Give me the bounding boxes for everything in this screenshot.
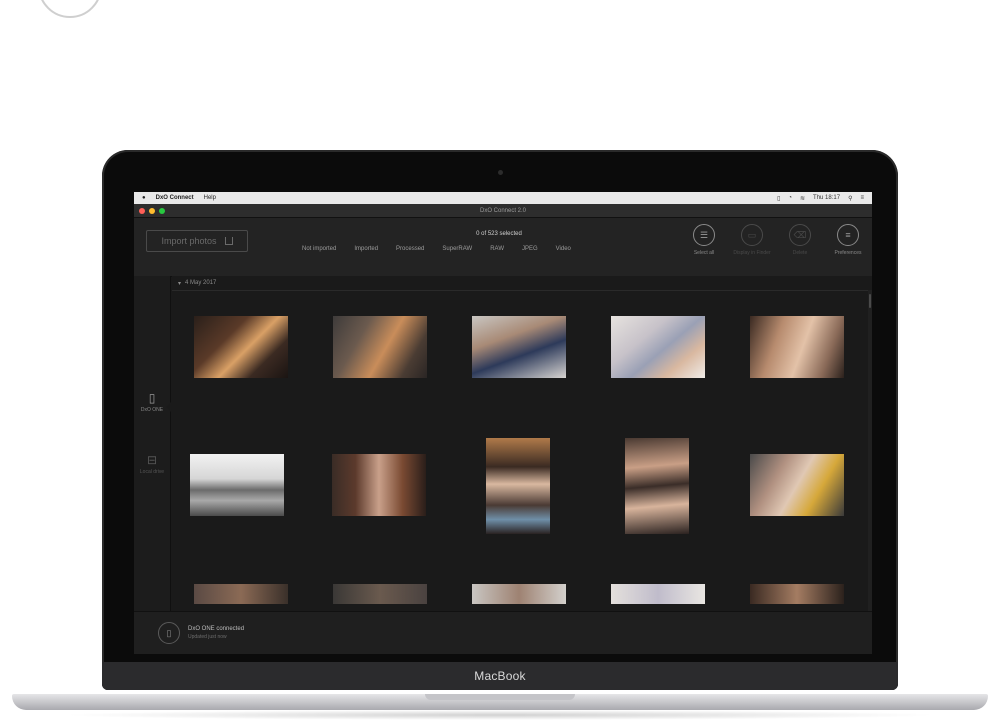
- battery-icon[interactable]: ▯: [777, 195, 780, 202]
- wifi-icon[interactable]: ≋: [800, 195, 805, 202]
- connection-status-text: DxO ONE connected: [188, 626, 245, 632]
- photo-thumbnail[interactable]: [750, 316, 844, 378]
- selected-count: 0 of 523 selected: [476, 231, 522, 237]
- webcam-dot: [498, 170, 503, 175]
- device-local-drive-label: Local drive: [139, 469, 165, 475]
- photo-thumbnail[interactable]: [333, 316, 427, 378]
- device-sidebar: ▯ DxO ONE ⊟ Local drive: [134, 276, 171, 612]
- window-title: DxO Connect 2.0: [479, 207, 527, 214]
- filter-tabs: Not imported Imported Processed SuperRAW…: [302, 246, 571, 252]
- connection-substatus-text: Updated just now: [188, 634, 227, 640]
- menubar-status-area: ▯ ◔ ≋ Thu 18:17 ⚲ ≡: [777, 195, 864, 202]
- filter-imported[interactable]: Imported: [354, 246, 378, 252]
- device-local-drive[interactable]: ⊟ Local drive: [134, 454, 170, 475]
- chevron-down-icon[interactable]: ▾: [178, 280, 181, 287]
- status-footer: ▯ DxO ONE connected Updated just now: [134, 611, 872, 654]
- device-dxo-one-label: DxO ONE: [140, 407, 164, 413]
- display-in-finder-label: Display in Finder: [733, 250, 771, 256]
- display-in-finder-button[interactable]: ▭ Display in Finder: [733, 224, 771, 256]
- window-titlebar: DxO Connect 2.0: [134, 204, 872, 218]
- photo-thumbnail[interactable]: [194, 584, 288, 604]
- laptop-screen: ● DxO Connect Help ▯ ◔ ≋ Thu 18:17 ⚲ ≡ D…: [134, 192, 872, 654]
- import-photos-label: Import photos: [161, 236, 217, 246]
- trash-icon: ⌫: [789, 224, 811, 246]
- selection-indicator: [166, 402, 171, 412]
- filter-raw[interactable]: RAW: [490, 246, 504, 252]
- download-icon: [224, 237, 233, 245]
- apple-menu-icon[interactable]: ●: [142, 195, 146, 201]
- filter-not-imported[interactable]: Not imported: [302, 246, 336, 252]
- filter-processed[interactable]: Processed: [396, 246, 424, 252]
- photo-thumbnail[interactable]: [472, 584, 566, 604]
- camera-device-icon: ▯: [148, 391, 156, 405]
- macos-menubar: ● DxO Connect Help ▯ ◔ ≋ Thu 18:17 ⚲ ≡: [134, 192, 872, 204]
- laptop-lid: ● DxO Connect Help ▯ ◔ ≋ Thu 18:17 ⚲ ≡ D…: [102, 150, 898, 690]
- photo-grid-area: ▾ 4 May 2017: [172, 276, 872, 612]
- app-body: ▯ DxO ONE ⊟ Local drive ▾ 4 May 2017: [134, 276, 872, 612]
- laptop-base-notch: [425, 694, 575, 700]
- connected-device-icon: ▯: [158, 622, 180, 644]
- menu-help[interactable]: Help: [204, 195, 216, 201]
- corner-badge-ring: [38, 0, 102, 18]
- spotlight-icon[interactable]: ⚲: [848, 195, 852, 202]
- laptop-shadow: [60, 710, 940, 720]
- photo-thumbnail[interactable]: [190, 454, 284, 516]
- device-dxo-one[interactable]: ▯ DxO ONE: [134, 392, 170, 413]
- date-label: 4 May 2017: [185, 280, 217, 286]
- filter-superraw[interactable]: SuperRAW: [442, 246, 472, 252]
- laptop-chin: MacBook: [102, 662, 898, 690]
- delete-label: Delete: [792, 250, 808, 256]
- photo-thumbnail[interactable]: [486, 438, 550, 534]
- photo-thumbnail[interactable]: [472, 316, 566, 378]
- preferences-label: Preferences: [834, 250, 862, 256]
- scrollbar-thumb[interactable]: [869, 294, 871, 308]
- photo-thumbnail[interactable]: [194, 316, 288, 378]
- laptop-base: [12, 694, 988, 710]
- date-group-header[interactable]: ▾ 4 May 2017: [172, 276, 872, 291]
- filter-video[interactable]: Video: [556, 246, 571, 252]
- select-all-button[interactable]: ☰ Select all: [686, 224, 722, 256]
- photo-thumbnail[interactable]: [332, 454, 426, 516]
- preferences-icon: ≡: [837, 224, 859, 246]
- clock-text[interactable]: Thu 18:17: [813, 195, 840, 202]
- toolbar-actions: ☰ Select all ▭ Display in Finder ⌫ Delet…: [686, 224, 866, 256]
- scrollbar[interactable]: [868, 290, 872, 612]
- app-toolbar: Import photos 0 of 523 selected Not impo…: [134, 218, 872, 277]
- photo-thumbnail[interactable]: [750, 454, 844, 516]
- drive-icon: ⊟: [146, 453, 158, 467]
- filter-jpeg[interactable]: JPEG: [522, 246, 538, 252]
- delete-button[interactable]: ⌫ Delete: [782, 224, 818, 256]
- finder-icon: ▭: [741, 224, 763, 246]
- connection-status: DxO ONE connected Updated just now: [188, 626, 244, 640]
- preferences-button[interactable]: ≡ Preferences: [830, 224, 866, 256]
- photo-thumbnail[interactable]: [333, 584, 427, 604]
- photo-thumbnail[interactable]: [611, 584, 705, 604]
- clock-icon[interactable]: ◔: [788, 195, 792, 202]
- photo-thumbnail[interactable]: [625, 438, 689, 534]
- photo-thumbnail[interactable]: [750, 584, 844, 604]
- import-photos-button[interactable]: Import photos: [146, 230, 248, 252]
- menu-app-name[interactable]: DxO Connect: [156, 195, 194, 201]
- photo-thumbnail[interactable]: [611, 316, 705, 378]
- menu-list-icon[interactable]: ≡: [860, 195, 864, 202]
- device-brand-label: MacBook: [474, 669, 526, 683]
- select-all-label: Select all: [693, 250, 715, 256]
- select-all-icon: ☰: [693, 224, 715, 246]
